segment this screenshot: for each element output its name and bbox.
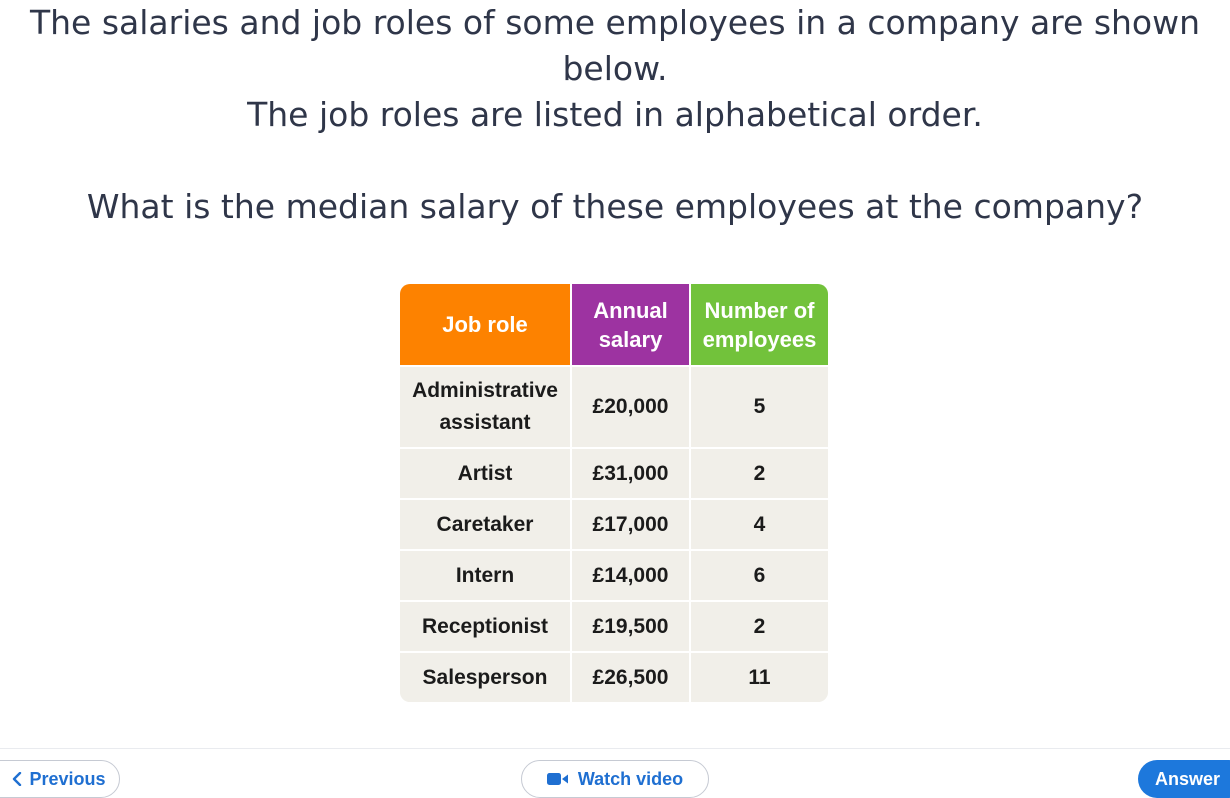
video-camera-icon (546, 772, 569, 786)
cell-employee-count: 2 (689, 447, 828, 498)
cell-job-role: Caretaker (400, 498, 570, 549)
watch-video-button-label: Watch video (577, 768, 684, 789)
table-header-row: Job role Annual salary Number of employe… (400, 284, 828, 365)
watch-video-button[interactable]: Watch video (521, 760, 709, 798)
footer-divider (0, 748, 1230, 749)
table-row: Salesperson £26,500 11 (400, 651, 828, 702)
cell-salary: £26,500 (570, 651, 689, 702)
question-text: The salaries and job roles of some emplo… (0, 0, 1230, 230)
question-spacer (0, 138, 1230, 184)
salary-table: Job role Annual salary Number of employe… (400, 284, 828, 702)
cell-employee-count: 4 (689, 498, 828, 549)
table-row: Receptionist £19,500 2 (400, 600, 828, 651)
answer-button-label: Answer (1155, 768, 1221, 789)
cell-job-role: Receptionist (400, 600, 570, 651)
previous-button-label: Previous (29, 768, 106, 789)
cell-employee-count: 2 (689, 600, 828, 651)
cell-salary: £31,000 (570, 447, 689, 498)
header-number-of-employees: Number of employees (689, 284, 828, 365)
cell-employee-count: 6 (689, 549, 828, 600)
answer-button[interactable]: Answer (1138, 760, 1230, 798)
cell-salary: £14,000 (570, 549, 689, 600)
header-employees-line1: Number of (704, 297, 815, 323)
header-annual-salary-line2: salary (598, 326, 663, 352)
salary-table-grid: Job role Annual salary Number of employe… (400, 284, 828, 702)
question-line: The salaries and job roles of some emplo… (29, 3, 1201, 42)
header-annual-salary: Annual salary (570, 284, 689, 365)
table-row: Administrative assistant £20,000 5 (400, 365, 828, 447)
previous-button[interactable]: Previous (0, 760, 120, 798)
cell-job-role-line2: assistant (439, 411, 531, 434)
cell-employee-count: 11 (689, 651, 828, 702)
cell-job-role-line1: Administrative (412, 379, 558, 402)
table-row: Intern £14,000 6 (400, 549, 828, 600)
header-annual-salary-line1: Annual (593, 297, 668, 323)
table-row: Caretaker £17,000 4 (400, 498, 828, 549)
cell-salary: £17,000 (570, 498, 689, 549)
header-employees-line2: employees (702, 326, 817, 352)
cell-job-role: Intern (400, 549, 570, 600)
question-line: below. (562, 49, 668, 88)
cell-job-role: Salesperson (400, 651, 570, 702)
cell-salary: £20,000 (570, 365, 689, 447)
table-row: Artist £31,000 2 (400, 447, 828, 498)
chevron-left-icon (12, 772, 22, 786)
question-prompt: What is the median salary of these emplo… (86, 187, 1144, 226)
cell-job-role: Artist (400, 447, 570, 498)
cell-salary: £19,500 (570, 600, 689, 651)
cell-job-role: Administrative assistant (400, 365, 570, 447)
header-job-role: Job role (400, 284, 570, 365)
cell-employee-count: 5 (689, 365, 828, 447)
question-line: The job roles are listed in alphabetical… (247, 95, 983, 134)
